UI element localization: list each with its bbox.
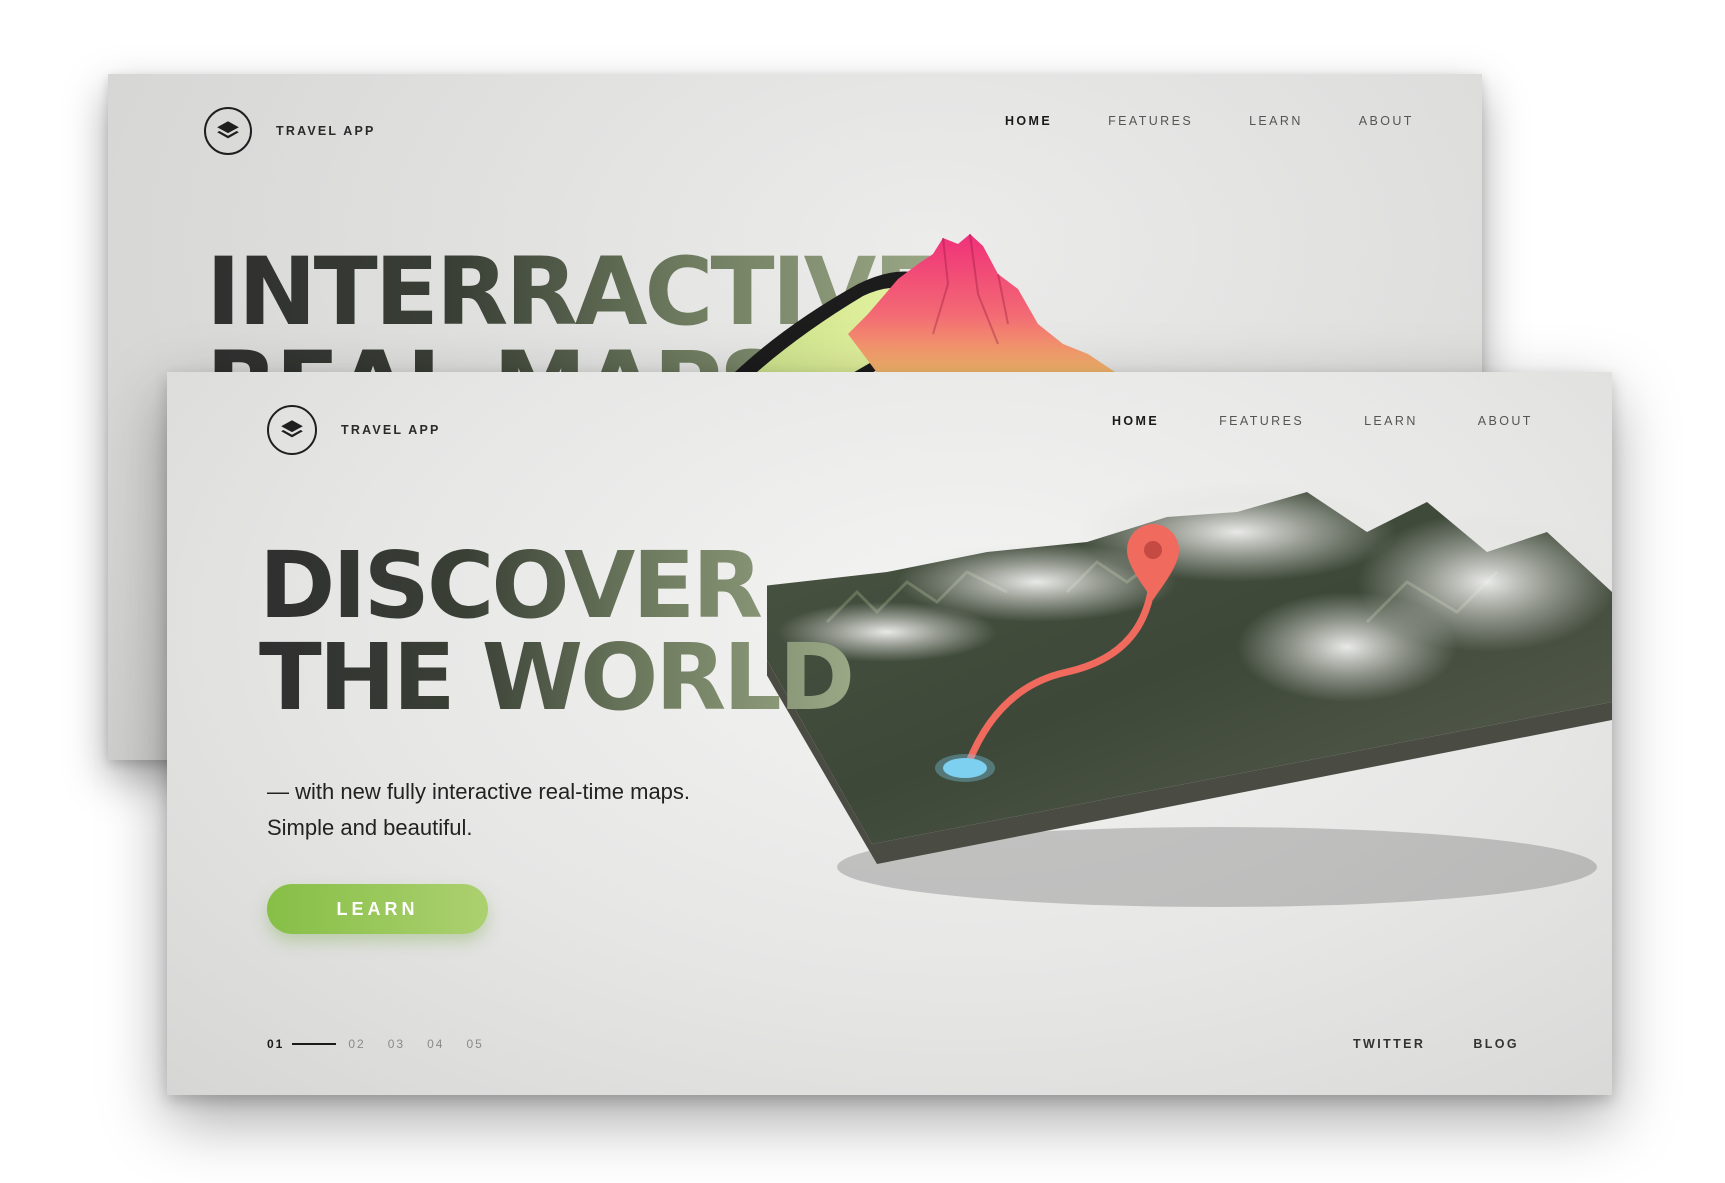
subtitle-line1: — with new fully interactive real-time m… bbox=[267, 779, 691, 804]
pager-item[interactable]: 02 bbox=[348, 1037, 365, 1051]
main-nav: HOME FEATURES LEARN ABOUT bbox=[1112, 414, 1533, 428]
subtitle-line2: Simple and beautiful. bbox=[267, 815, 473, 840]
hero-headline: DISCOVER THE WORLD bbox=[259, 540, 852, 724]
nav-features[interactable]: FEATURES bbox=[1108, 114, 1193, 128]
back-main-nav: HOME FEATURES LEARN ABOUT bbox=[1005, 114, 1414, 128]
headline-line2: THE WORLD bbox=[259, 624, 853, 731]
terrain-map-illustration bbox=[767, 482, 1612, 907]
brand[interactable]: TRAVEL APP bbox=[204, 107, 376, 155]
pager-active-line bbox=[292, 1043, 337, 1045]
brand[interactable]: TRAVEL APP bbox=[267, 405, 441, 455]
layers-icon bbox=[204, 107, 252, 155]
twitter-link[interactable]: TWITTER bbox=[1353, 1037, 1425, 1051]
pager-item-current[interactable]: 01 bbox=[267, 1037, 284, 1051]
blog-link[interactable]: BLOG bbox=[1473, 1037, 1519, 1051]
front-page-card: TRAVEL APP HOME FEATURES LEARN ABOUT DIS… bbox=[167, 372, 1612, 1095]
learn-button[interactable]: LEARN bbox=[267, 884, 488, 934]
nav-about[interactable]: ABOUT bbox=[1478, 414, 1533, 428]
pager-item[interactable]: 03 bbox=[388, 1037, 405, 1051]
nav-learn[interactable]: LEARN bbox=[1249, 114, 1303, 128]
nav-features[interactable]: FEATURES bbox=[1219, 414, 1304, 428]
nav-about[interactable]: ABOUT bbox=[1359, 114, 1414, 128]
nav-learn[interactable]: LEARN bbox=[1364, 414, 1418, 428]
hero-subtitle: — with new fully interactive real-time m… bbox=[267, 774, 690, 846]
nav-home[interactable]: HOME bbox=[1005, 114, 1052, 128]
layers-icon bbox=[267, 405, 317, 455]
brand-name: TRAVEL APP bbox=[341, 423, 441, 437]
pager-item[interactable]: 05 bbox=[466, 1037, 483, 1051]
brand-name: TRAVEL APP bbox=[276, 124, 376, 138]
pager-item[interactable]: 04 bbox=[427, 1037, 444, 1051]
nav-home[interactable]: HOME bbox=[1112, 414, 1159, 428]
slide-pager: 01 02 03 04 05 bbox=[267, 1037, 506, 1051]
footer-links: TWITTER BLOG bbox=[1353, 1037, 1519, 1051]
headline-line1: DISCOVER bbox=[259, 532, 761, 639]
